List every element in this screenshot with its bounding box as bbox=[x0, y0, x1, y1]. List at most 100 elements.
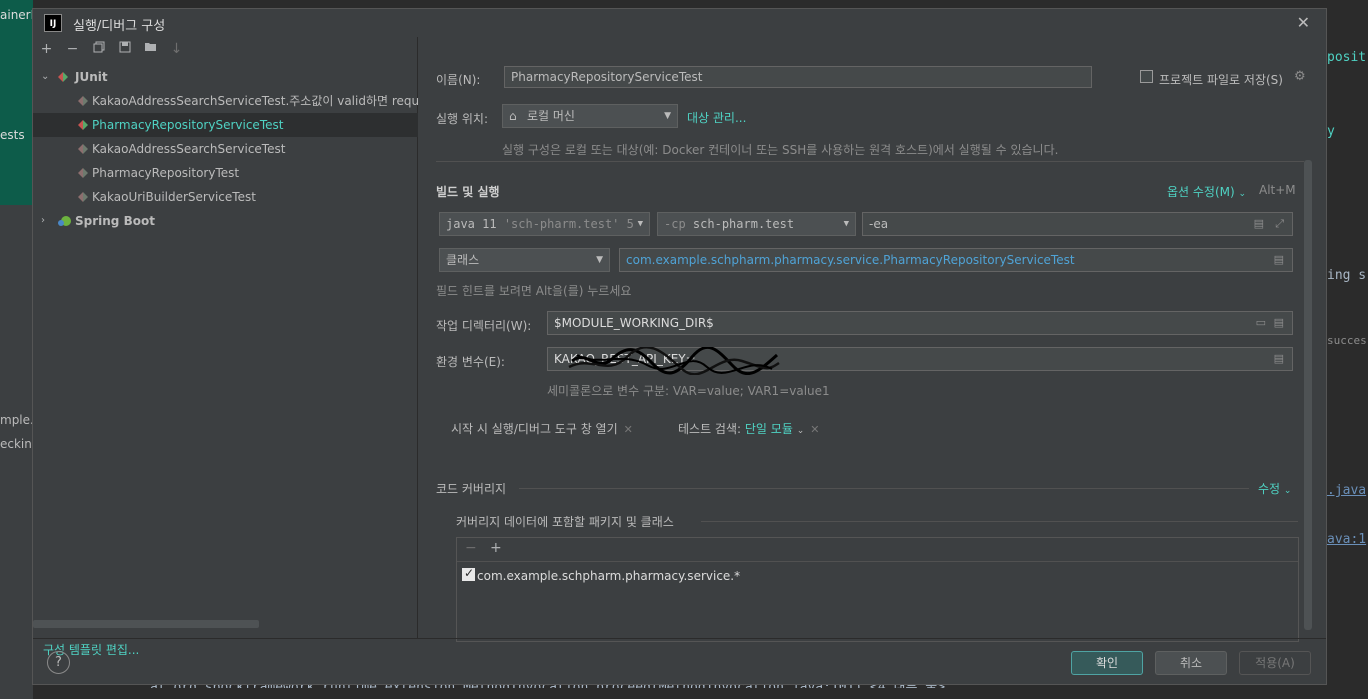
expand-icon[interactable]: ⤢ bbox=[1275, 213, 1284, 235]
build-run-title: 빌드 및 실행 bbox=[436, 185, 500, 199]
tree-item-test-selected[interactable]: PharmacyRepositoryServiceTest bbox=[33, 113, 418, 137]
tree-item-label: Spring Boot bbox=[75, 214, 155, 228]
test-kind-value: 클래스 bbox=[446, 253, 480, 267]
run-on-hint: 실행 구성은 로컬 또는 대상(예: Docker 컨테이너 또는 SSH를 사… bbox=[502, 143, 1059, 157]
coverage-title: 코드 커버리지 bbox=[436, 482, 507, 496]
tree-item-junit[interactable]: ⌄ JUnit bbox=[33, 65, 418, 89]
coverage-subtitle: 커버리지 데이터에 포함할 패키지 및 클래스 bbox=[456, 515, 674, 529]
coverage-modify-link[interactable]: 수정 ⌄ bbox=[1258, 480, 1291, 497]
run-on-dropdown[interactable]: ⌂ 로컬 머신 ▼ bbox=[502, 104, 678, 128]
save-icon[interactable] bbox=[117, 41, 132, 57]
folder-icon[interactable]: ▭ bbox=[1256, 312, 1266, 334]
bg-code: y bbox=[1327, 124, 1335, 139]
document-icon[interactable]: ▤ bbox=[1274, 249, 1284, 271]
document-icon[interactable]: ▤ bbox=[1274, 348, 1284, 370]
coverage-item-checkbox[interactable] bbox=[462, 566, 475, 581]
modify-options-link[interactable]: 옵션 수정(M) ⌄ bbox=[1167, 183, 1246, 200]
class-input[interactable]: com.example.schpharm.pharmacy.service.Ph… bbox=[619, 248, 1293, 272]
chevron-down-icon[interactable]: ⌄ bbox=[797, 426, 805, 436]
help-button[interactable]: ? bbox=[47, 651, 70, 674]
remove-icon[interactable]: − bbox=[465, 540, 477, 556]
copy-icon[interactable] bbox=[91, 41, 106, 57]
horizontal-scrollbar[interactable] bbox=[33, 620, 259, 628]
chevron-right-icon[interactable]: › bbox=[41, 209, 45, 233]
tree-item-test[interactable]: KakaoUriBuilderServiceTest bbox=[33, 185, 418, 209]
vm-options-value: -ea bbox=[869, 217, 889, 231]
sort-icon[interactable]: ↓ bbox=[169, 41, 184, 57]
tree-item-spring-boot[interactable]: › Spring Boot bbox=[33, 209, 418, 233]
name-input[interactable]: PharmacyRepositoryServiceTest bbox=[504, 66, 1092, 88]
bg-text: ainerE bbox=[0, 8, 33, 22]
workdir-input[interactable]: $MODULE_WORKING_DIR$ ▭ ▤ bbox=[547, 311, 1293, 335]
tree-item-label: KakaoUriBuilderServiceTest bbox=[92, 190, 256, 204]
divider bbox=[436, 161, 1304, 162]
bg-code: ing s bbox=[1327, 268, 1367, 283]
dialog-titlebar: IJ 실행/디버그 구성 ✕ bbox=[33, 9, 1326, 37]
config-tree-panel: + − ↓ ⌄ JUnit KakaoAddressSearchServiceT… bbox=[33, 37, 418, 657]
document-icon[interactable]: ▤ bbox=[1254, 213, 1264, 235]
dropdown-arrow-icon: ▼ bbox=[596, 255, 603, 265]
dropdown-arrow-icon: ▼ bbox=[664, 111, 671, 121]
tree-item-test[interactable]: KakaoAddressSearchServiceTest bbox=[33, 137, 418, 161]
tree-item-label: KakaoAddressSearchServiceTest bbox=[92, 142, 286, 156]
bg-text: ests bbox=[0, 128, 25, 142]
tree-item-test[interactable]: PharmacyRepositoryTest bbox=[33, 161, 418, 185]
gear-icon[interactable]: ⚙ bbox=[1294, 69, 1306, 84]
apply-button[interactable]: 적용(A) bbox=[1239, 651, 1311, 675]
save-project-label: 프로젝트 파일로 저장(S) bbox=[1159, 73, 1283, 87]
config-tree: ⌄ JUnit KakaoAddressSearchServiceTest.주소… bbox=[33, 65, 418, 233]
ide-left-panel-top bbox=[0, 0, 33, 205]
tree-item-label: JUnit bbox=[75, 70, 108, 84]
save-project-checkbox[interactable] bbox=[1140, 70, 1153, 83]
workdir-label: 작업 디렉터리(W): bbox=[436, 319, 532, 333]
bg-code: succes bbox=[1327, 334, 1367, 347]
ide-right-editor: posit y ing s succes .java ava:1 bbox=[1327, 0, 1368, 699]
tag-open-tool-window: 시작 시 실행/디버그 도구 창 열기 ✕ bbox=[451, 420, 633, 437]
junit-icon bbox=[58, 72, 68, 82]
remove-icon[interactable]: − bbox=[65, 41, 80, 57]
jdk-value: java 11 bbox=[446, 217, 497, 231]
tree-item-test[interactable]: KakaoAddressSearchServiceTest.주소값이 valid… bbox=[33, 89, 418, 113]
config-form-panel: 이름(N): PharmacyRepositoryServiceTest 프로젝… bbox=[419, 37, 1326, 642]
coverage-list: − + com.example.schpharm.pharmacy.servic… bbox=[456, 537, 1299, 642]
document-icon[interactable]: ▤ bbox=[1274, 312, 1284, 334]
test-kind-dropdown[interactable]: 클래스 ▼ bbox=[439, 248, 610, 272]
tree-item-label: PharmacyRepositoryServiceTest bbox=[92, 118, 284, 132]
test-config-icon bbox=[78, 192, 88, 202]
dropdown-arrow-icon: ▼ bbox=[637, 219, 643, 229]
close-icon[interactable]: ✕ bbox=[1297, 13, 1310, 32]
tree-toolbar: + − ↓ bbox=[33, 37, 418, 61]
close-icon[interactable]: ✕ bbox=[810, 423, 819, 436]
run-debug-config-dialog: IJ 실행/디버그 구성 ✕ + − ↓ ⌄ JUnit KakaoAddres… bbox=[32, 8, 1327, 685]
cp-prefix: -cp bbox=[664, 217, 686, 231]
coverage-modify-label: 수정 bbox=[1258, 482, 1281, 496]
tree-item-label: PharmacyRepositoryTest bbox=[92, 166, 240, 180]
redaction-scribble bbox=[568, 347, 780, 375]
add-icon[interactable]: + bbox=[39, 41, 54, 57]
test-config-icon bbox=[78, 144, 88, 154]
close-icon[interactable]: ✕ bbox=[624, 423, 633, 436]
env-hint: 세미콜론으로 변수 구분: VAR=value; VAR1=value1 bbox=[547, 384, 830, 398]
test-config-icon bbox=[78, 120, 88, 130]
cp-value: sch-pharm.test bbox=[692, 217, 795, 231]
vm-options-input[interactable]: -ea ▤ ⤢ bbox=[862, 212, 1293, 236]
coverage-item-label: com.example.schpharm.pharmacy.service.* bbox=[477, 569, 741, 583]
add-icon[interactable]: + bbox=[490, 540, 502, 556]
home-icon: ⌂ bbox=[509, 109, 517, 123]
test-search-value[interactable]: 단일 모듈 bbox=[745, 422, 793, 436]
ok-button[interactable]: 확인 bbox=[1071, 651, 1143, 675]
chevron-down-icon: ⌄ bbox=[1283, 486, 1292, 496]
folder-icon[interactable] bbox=[143, 41, 158, 57]
spring-boot-icon bbox=[58, 216, 71, 226]
dialog-title: 실행/디버그 구성 bbox=[73, 19, 166, 34]
chevron-down-icon[interactable]: ⌄ bbox=[41, 65, 49, 89]
cancel-button[interactable]: 취소 bbox=[1155, 651, 1227, 675]
run-on-label: 실행 위치: bbox=[436, 112, 489, 126]
bg-text: mple.s bbox=[0, 413, 33, 427]
workdir-value: $MODULE_WORKING_DIR$ bbox=[554, 316, 714, 330]
jdk-dropdown[interactable]: java 11 'sch-pharm.test' 5 ▼ bbox=[439, 212, 650, 236]
vertical-scrollbar[interactable] bbox=[1304, 160, 1312, 630]
chevron-down-icon: ⌄ bbox=[1238, 189, 1247, 199]
manage-targets-link[interactable]: 대상 관리... bbox=[687, 109, 746, 126]
classpath-dropdown[interactable]: -cp sch-pharm.test ▼ bbox=[657, 212, 856, 236]
